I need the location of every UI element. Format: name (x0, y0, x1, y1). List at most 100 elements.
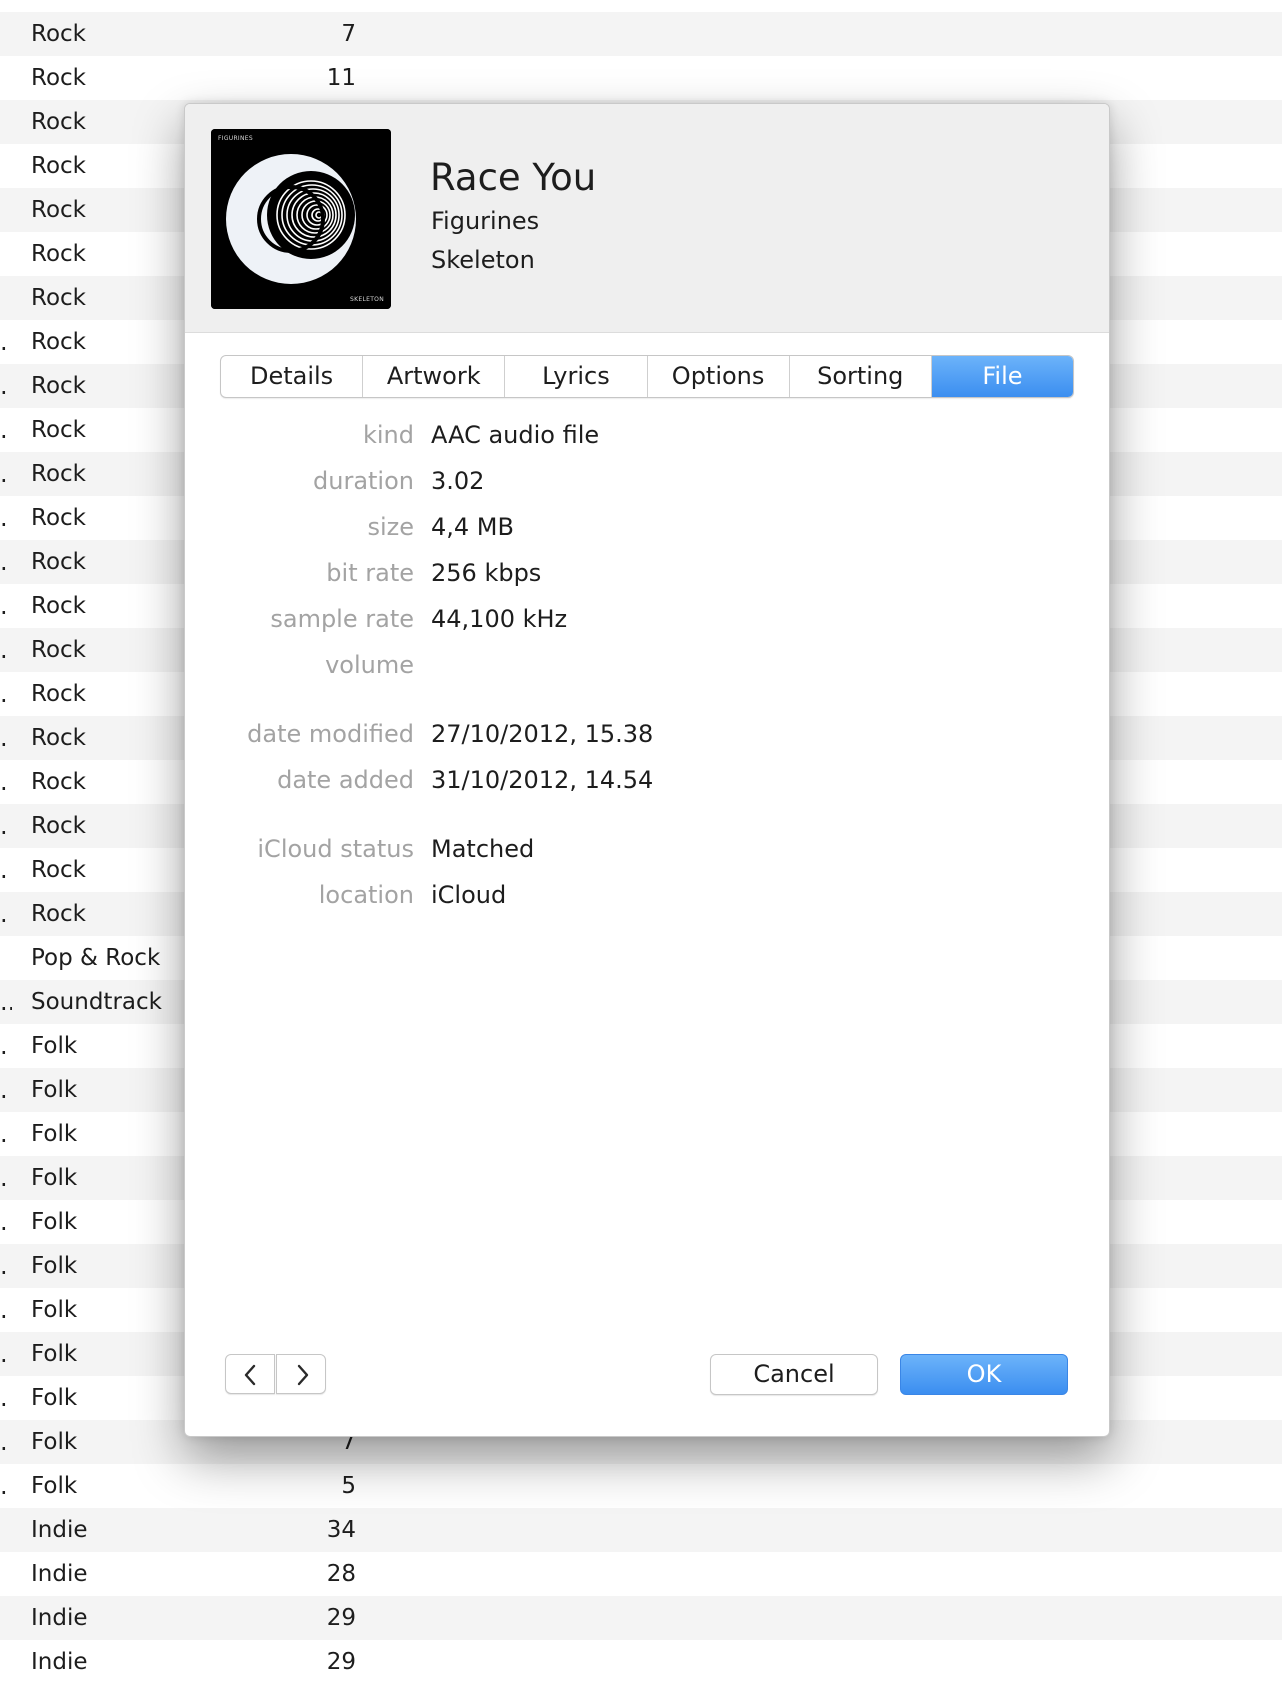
genre-cell: Rock (31, 725, 86, 751)
truncated-column-text (0, 276, 12, 320)
count-cell: 5 (341, 1473, 356, 1499)
truncated-column-text: . (0, 1120, 8, 1148)
truncated-column-text: . (0, 1208, 8, 1236)
genre-cell: Pop & Rock (31, 945, 161, 971)
info-row-location: location iCloud (185, 875, 1109, 915)
genre-cell: Rock (31, 241, 86, 267)
truncated-column-text (0, 100, 12, 144)
genre-cell: Soundtrack (31, 989, 162, 1015)
genre-cell: Rock (31, 549, 86, 575)
track-album: Skeleton (431, 246, 535, 274)
truncated-column-text: . (0, 812, 8, 840)
truncated-column-text: . (0, 768, 8, 796)
previous-track-button[interactable] (225, 1354, 275, 1394)
truncated-column-text: . (0, 1340, 8, 1368)
truncated-column-text (0, 1552, 12, 1596)
truncated-column-text (0, 188, 12, 232)
tab-lyrics[interactable]: Lyrics (505, 356, 648, 397)
library-row[interactable]: Rock 11 (0, 56, 1282, 100)
tab-artwork[interactable]: Artwork (363, 356, 506, 397)
genre-cell: Folk (31, 1077, 78, 1103)
info-value: Matched (431, 835, 535, 863)
truncated-column-text: . (0, 1472, 8, 1500)
genre-cell: Indie (31, 1605, 88, 1631)
info-row-duration: duration 3.02 (185, 461, 1109, 501)
info-tab-bar: Details Artwork Lyrics Options Sorting F… (220, 355, 1074, 398)
genre-cell: Indie (31, 1517, 88, 1543)
genre-cell: Rock (31, 197, 86, 223)
library-row[interactable]: . Folk 5 (0, 1464, 1282, 1508)
genre-cell: Folk (31, 1385, 78, 1411)
tab-sorting[interactable]: Sorting (790, 356, 932, 397)
truncated-column-text (0, 232, 12, 276)
truncated-column-text: . (0, 856, 8, 884)
library-row[interactable]: Indie 29 (0, 1640, 1282, 1684)
truncated-column-text: . (0, 1384, 8, 1412)
truncated-column-text: . (0, 1032, 8, 1060)
cancel-button[interactable]: Cancel (710, 1354, 878, 1395)
count-cell: 29 (326, 1605, 356, 1631)
info-row-volume: volume (185, 645, 1109, 685)
genre-cell: Rock (31, 373, 86, 399)
genre-cell: Rock (31, 153, 86, 179)
count-cell: 7 (341, 21, 356, 47)
info-label: kind (362, 421, 414, 449)
truncated-column-text (0, 1640, 12, 1684)
chevron-left-icon (244, 1364, 256, 1386)
truncated-column-text (0, 144, 12, 188)
genre-cell: Rock (31, 681, 86, 707)
get-info-dialog: FIGURINES SKELETON Race You Figurines Sk… (184, 103, 1110, 1437)
info-value: 27/10/2012, 15.38 (431, 720, 654, 748)
genre-cell: Rock (31, 769, 86, 795)
truncated-column-text: .. (0, 988, 12, 1016)
tab-options[interactable]: Options (648, 356, 790, 397)
genre-cell: Rock (31, 813, 86, 839)
genre-cell: Rock (31, 637, 86, 663)
track-artist: Figurines (431, 207, 540, 235)
truncated-column-text: . (0, 1076, 8, 1104)
info-label: iCloud status (257, 835, 414, 863)
genre-cell: Rock (31, 109, 86, 135)
genre-cell: Rock (31, 329, 86, 355)
truncated-column-text (0, 12, 12, 56)
tab-details[interactable]: Details (221, 356, 364, 397)
info-value: iCloud (431, 881, 507, 909)
truncated-column-text (0, 1596, 12, 1640)
genre-cell: Folk (31, 1209, 78, 1235)
truncated-column-text: . (0, 680, 8, 708)
tab-file[interactable]: File (931, 356, 1073, 397)
genre-cell: Folk (31, 1121, 78, 1147)
library-row[interactable]: Indie 28 (0, 1552, 1282, 1596)
artwork-artist-text: FIGURINES (218, 135, 253, 142)
library-row[interactable]: Indie 29 (0, 1596, 1282, 1640)
truncated-column-text: . (0, 724, 8, 752)
track-title: Race You (430, 156, 597, 199)
info-row-sample-rate: sample rate 44,100 kHz (185, 599, 1109, 639)
truncated-column-text (0, 56, 12, 100)
count-cell: 34 (326, 1517, 356, 1543)
genre-cell: Rock (31, 65, 86, 91)
genre-cell: Rock (31, 901, 86, 927)
info-value: 3.02 (431, 467, 485, 495)
truncated-column-text (0, 936, 12, 980)
genre-cell: Folk (31, 1473, 78, 1499)
info-value: 31/10/2012, 14.54 (431, 766, 654, 794)
truncated-column-text: . (0, 416, 8, 444)
count-cell: 28 (326, 1561, 356, 1587)
genre-cell: Rock (31, 21, 86, 47)
album-artwork: FIGURINES SKELETON (211, 129, 391, 309)
info-value: 4,4 MB (431, 513, 514, 541)
truncated-column-text: . (0, 1428, 8, 1456)
info-value: 44,100 kHz (431, 605, 568, 633)
info-value: 256 kbps (431, 559, 542, 587)
genre-cell: Rock (31, 505, 86, 531)
genre-cell: Rock (31, 857, 86, 883)
genre-cell: Folk (31, 1253, 78, 1279)
chevron-right-icon (297, 1364, 309, 1386)
next-track-button[interactable] (276, 1354, 326, 1394)
library-row[interactable]: Indie 34 (0, 1508, 1282, 1552)
library-row[interactable]: Rock 7 (0, 12, 1282, 56)
truncated-column-text: . (0, 372, 8, 400)
ok-button[interactable]: OK (900, 1354, 1068, 1395)
genre-cell: Folk (31, 1341, 78, 1367)
